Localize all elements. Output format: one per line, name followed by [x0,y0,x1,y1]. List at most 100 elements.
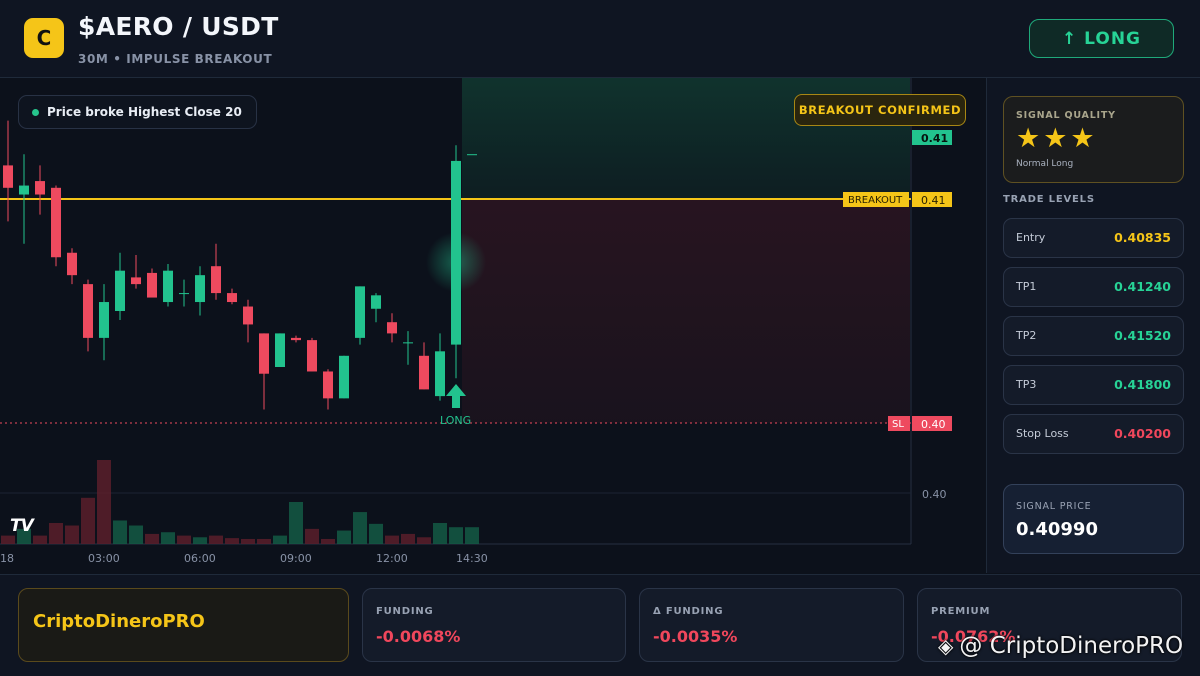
candle-body [387,322,397,334]
trade-level-name: TP3 [1016,378,1037,391]
candle-body [19,185,29,195]
candle [99,284,109,361]
candle [3,120,13,222]
breakout-tag-label: BREAKOUT [848,195,903,206]
volume-bar [385,535,399,544]
candle [195,266,205,316]
trade-level-name: Entry [1016,231,1046,244]
candle-body [163,270,173,303]
volume-bar [449,527,463,544]
candle [387,313,397,343]
signal-price-value: 0.40990 [1016,519,1098,540]
candles [3,120,477,410]
candlestick-chart[interactable]: LONG 0.41 BREAKOUT 0.41 SL 0.40 0.40 18 0… [0,78,985,573]
trade-level-tp1: TP1 0.41240 [1003,267,1184,307]
volume-bar [113,520,127,544]
candle [451,145,461,379]
volume-bar [81,497,95,544]
info-pill: Price broke Highest Close 20 [18,95,257,129]
candle [147,268,157,298]
sl-zone [462,199,910,423]
watermark-text: @ CriptoDineroPRO [959,633,1184,659]
pair-title: $AERO / USDT [78,12,279,41]
candle [323,369,333,410]
signal-price-title: SIGNAL PRICE [1016,501,1092,512]
time-label: 09:00 [280,552,312,565]
candle-body [355,286,365,338]
volume-bar [49,523,63,544]
candle [35,165,45,215]
candle-body [419,355,429,390]
volume-bar [305,528,319,544]
volume-bar [273,535,287,544]
volume-bar [321,538,335,544]
candle-body [291,337,301,341]
volume-bar [369,523,383,544]
candle-body [67,252,77,276]
candle [419,342,429,390]
candle [51,185,61,267]
signal-quality-title: SIGNAL QUALITY [1016,110,1116,121]
sl-price-label: 0.40 [921,418,946,431]
candle-body [451,160,461,345]
top-price-label: 0.41 [921,132,948,145]
time-label: 18 [0,552,14,565]
candle-body [467,154,477,156]
candle-body [371,295,381,309]
candle-body [35,181,45,195]
candle-body [403,342,413,344]
trade-level-name: Stop Loss [1016,427,1069,440]
funding-card: FUNDING -0.0068% [362,588,626,662]
volume-bar [257,538,271,544]
delta-funding-value: -0.0035% [653,627,738,646]
trade-level-value: 0.41520 [1114,328,1171,343]
volume-bar [1,535,15,544]
volume-bar [65,525,79,544]
candle [163,263,173,307]
trade-level-stop-loss: Stop Loss 0.40200 [1003,414,1184,454]
long-button[interactable]: ↑ LONG [1029,19,1174,58]
candle-body [259,333,269,374]
timeframe-subtitle: 30M • IMPULSE BREAKOUT [78,52,273,66]
candle [307,337,317,372]
time-label: 06:00 [184,552,216,565]
time-label: 14:30 [456,552,488,565]
candle-body [147,272,157,298]
candle [83,279,93,352]
premium-title: PREMIUM [931,606,991,617]
info-pill-text: Price broke Highest Close 20 [47,105,242,119]
brand-name: CriptoDineroPRO [33,611,205,632]
candle-body [275,333,285,367]
breakout-confirmed-badge: BREAKOUT CONFIRMED [794,94,966,126]
trade-level-value: 0.40200 [1114,426,1171,441]
candle-body [179,293,189,295]
time-label: 03:00 [88,552,120,565]
candle [355,286,365,345]
signal-panel: SIGNAL QUALITY ★★★ Normal Long TRADE LEV… [986,78,1200,573]
candle-body [3,165,13,188]
candle [339,355,349,399]
sl-tag-label: SL [892,419,904,430]
volume-bars [1,460,479,544]
trade-level-entry: Entry 0.40835 [1003,218,1184,258]
volume-bar [209,535,223,544]
candle [115,252,125,320]
candle [435,333,445,401]
volume-bar [193,537,207,544]
candle [179,279,189,307]
trade-level-value: 0.41240 [1114,279,1171,294]
trade-level-value: 0.41800 [1114,377,1171,392]
volume-bar [241,538,255,544]
volume-bar [161,532,175,544]
delta-funding-card: Δ FUNDING -0.0035% [639,588,904,662]
candle [371,293,381,323]
candle-body [243,306,253,325]
price-chart[interactable]: LONG 0.41 BREAKOUT 0.41 SL 0.40 0.40 18 0… [0,78,985,573]
time-axis-labels: 18 03:00 06:00 09:00 12:00 14:30 [0,552,488,565]
candle-body [195,275,205,303]
volume-bar [129,525,143,544]
delta-funding-title: Δ FUNDING [653,606,724,617]
volume-bar [417,537,431,544]
candle [291,335,301,343]
trade-levels-title: TRADE LEVELS [1003,194,1095,205]
